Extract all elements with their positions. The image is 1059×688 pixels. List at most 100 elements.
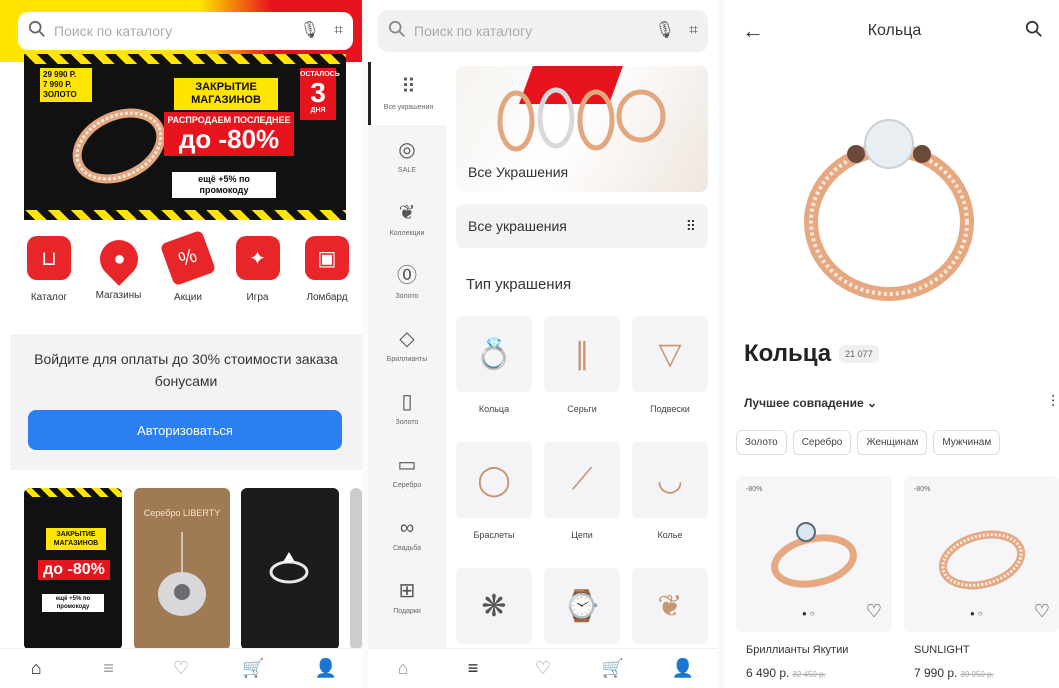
sidebar-item-gold[interactable]: ⓪ Золото: [368, 251, 446, 314]
home-icon[interactable]: ⌂: [383, 658, 423, 679]
product-card[interactable]: -80% ●○ ♡ Бриллианты Якутии 6 490 р. 32 4…: [736, 476, 896, 688]
back-arrow-icon[interactable]: ←: [742, 18, 764, 44]
promo-card-closing[interactable]: ЗАКРЫТИЕ МАГАЗИНОВ до -80% ещё +5% по пр…: [24, 488, 122, 650]
product-name: SUNLIGHT: [914, 644, 970, 656]
type-chains[interactable]: ⟋ Цепи: [544, 442, 620, 554]
type-bracelets[interactable]: ◯ Браслеты: [456, 442, 532, 554]
promo-card-next[interactable]: [350, 488, 362, 650]
heart-icon[interactable]: ♡: [523, 658, 563, 679]
catalog-search-icon[interactable]: ≡: [89, 658, 129, 679]
gold-coin-icon: ⓪: [397, 265, 417, 287]
hazard-stripe: [24, 488, 122, 497]
sale-discount: до -80%: [178, 124, 280, 154]
product-price: 6 490 р. 32 450 р.: [746, 666, 896, 680]
type-earrings[interactable]: ∥ Серьги: [544, 316, 620, 428]
chip-women[interactable]: Женщинам: [857, 430, 928, 455]
category-label: Магазины: [95, 290, 142, 301]
all-jewelry-hero[interactable]: Все Украшения: [456, 66, 708, 192]
sidebar-label: Серебро: [392, 482, 422, 489]
category-label: Каталог: [30, 292, 68, 303]
sidebar-item-wedding[interactable]: ∞ Свадьба: [368, 503, 446, 566]
tag-icon: %: [159, 229, 217, 287]
profile-icon[interactable]: 👤: [663, 658, 703, 679]
banner-sale: РАСПРОДАЕМ ПОСЛЕДНЕЕ до -80%: [164, 112, 294, 156]
home-screen: Поиск по каталогу 🎙 ⌗ 29 990 Р. 7 990 Р.…: [0, 0, 362, 688]
brooch-thumb-icon: ❦: [632, 568, 708, 644]
promo-card-ring[interactable]: [241, 488, 339, 650]
sidebar-item-collections[interactable]: ❦ Коллекции: [368, 188, 446, 251]
sidebar-item-all[interactable]: ⠿ Все украшения: [368, 62, 446, 125]
search-bar[interactable]: Поиск по каталогу 🎙 ⌗: [18, 12, 353, 50]
type-rings[interactable]: 💍 Кольца: [456, 316, 532, 428]
sidebar-item-diamonds[interactable]: ◇ Бриллианты: [368, 314, 446, 377]
search-input[interactable]: Поиск по каталогу: [54, 23, 300, 39]
sidebar-label: Золото: [395, 419, 419, 426]
favorite-heart-icon[interactable]: ♡: [866, 601, 882, 622]
type-pendants[interactable]: ▽ Подвески: [632, 316, 708, 428]
pendant-image: [158, 532, 206, 616]
promo-banner[interactable]: 29 990 Р. 7 990 Р. ЗОЛОТО ЗАКРЫТИЕ МАГАЗ…: [24, 54, 346, 220]
catalog-search-icon[interactable]: ≡: [453, 658, 493, 679]
catalog-bag-icon: ⊔: [27, 236, 71, 280]
sidebar-label: Золото: [395, 293, 419, 300]
sort-label: Лучшее совпадение: [744, 396, 864, 410]
cart-icon[interactable]: 🛒: [233, 658, 273, 679]
barcode-scan-icon[interactable]: ⌗: [334, 23, 343, 39]
rings-image: [497, 87, 666, 152]
barcode-scan-icon[interactable]: ⌗: [689, 23, 698, 39]
sidebar-item-gold-bar[interactable]: ▯ Золото: [368, 377, 446, 440]
cart-icon[interactable]: 🛒: [593, 658, 633, 679]
sort-dropdown[interactable]: Лучшее совпадение ⌄: [744, 396, 877, 410]
search-bar[interactable]: Поиск по каталогу 🎙 ⌗: [378, 10, 708, 52]
category-catalog[interactable]: ⊔ Каталог: [18, 236, 80, 303]
treasure-box-icon: ▣: [305, 236, 349, 280]
promo-carousel[interactable]: ЗАКРЫТИЕ МАГАЗИНОВ до -80% ещё +5% по пр…: [24, 488, 362, 650]
tab-bar: ⌂ ≡ ♡ 🛒 👤: [0, 648, 362, 688]
authorize-button[interactable]: Авторизоваться: [28, 410, 342, 450]
ring-thumb: [771, 522, 857, 588]
search-input[interactable]: Поиск по каталогу: [414, 23, 655, 39]
listing-header: ← Кольца: [724, 0, 1059, 62]
sidebar-item-sale[interactable]: ◎ SALE: [368, 125, 446, 188]
promo-card-liberty[interactable]: Серебро LIBERTY: [134, 488, 230, 650]
carousel-dots: ●○: [802, 609, 818, 618]
sidebar-item-silver[interactable]: ▭ Серебро: [368, 440, 446, 503]
carousel-dots: ●○: [970, 609, 986, 618]
type-heading: Тип украшения: [466, 276, 572, 293]
bracelet-thumb-icon: ◯: [456, 442, 532, 518]
chip-silver[interactable]: Серебро: [792, 430, 852, 455]
discount-badge: -80%: [746, 486, 763, 493]
product-image: -80% ●○ ♡: [904, 476, 1059, 632]
favorite-heart-icon[interactable]: ♡: [1034, 601, 1050, 622]
microphone-icon[interactable]: 🎙: [300, 23, 320, 39]
sidebar-item-gifts[interactable]: ⊞ Подарки: [368, 566, 446, 629]
search-icon: [388, 20, 406, 42]
hero-ring-image: [724, 62, 1059, 322]
necklace-thumb-icon: ◡: [632, 442, 708, 518]
home-icon[interactable]: ⌂: [16, 658, 56, 679]
product-price: 7 990 р. 39 950 р.: [914, 666, 1059, 680]
search-icon[interactable]: [1025, 20, 1043, 43]
heart-icon[interactable]: ♡: [161, 658, 201, 679]
chip-gold[interactable]: Золото: [736, 430, 787, 455]
filter-sliders-icon[interactable]: ⫶: [1051, 394, 1055, 412]
chip-men[interactable]: Мужчинам: [933, 430, 1001, 455]
category-stores[interactable]: ● Магазины: [88, 232, 150, 303]
promo-bonus: ещё +5% по промокоду: [42, 594, 104, 612]
microphone-icon[interactable]: 🎙: [655, 23, 675, 39]
category-game[interactable]: ✦ Игра: [227, 236, 289, 303]
category-promotions[interactable]: % Акции: [157, 229, 219, 303]
header-title: Кольца: [867, 22, 922, 39]
promo-discount: до -80%: [38, 560, 110, 580]
discount-badge: -80%: [914, 486, 931, 493]
sidebar-label: Коллекции: [389, 230, 425, 237]
gift-icon: ⊞: [398, 580, 416, 602]
product-card[interactable]: -80% ●○ ♡ SUNLIGHT 7 990 р. 39 950 р.: [904, 476, 1059, 688]
category-pawnshop[interactable]: ▣ Ломбард: [296, 236, 358, 303]
profile-icon[interactable]: 👤: [306, 658, 346, 679]
price-old: 39 950 р.: [960, 670, 994, 679]
charm-thumb-icon: ❋: [456, 568, 532, 644]
days-bottom: ДНЯ: [310, 107, 326, 114]
type-necklaces[interactable]: ◡ Колье: [632, 442, 708, 554]
all-jewelry-row[interactable]: Все украшения ⠿: [456, 204, 708, 248]
